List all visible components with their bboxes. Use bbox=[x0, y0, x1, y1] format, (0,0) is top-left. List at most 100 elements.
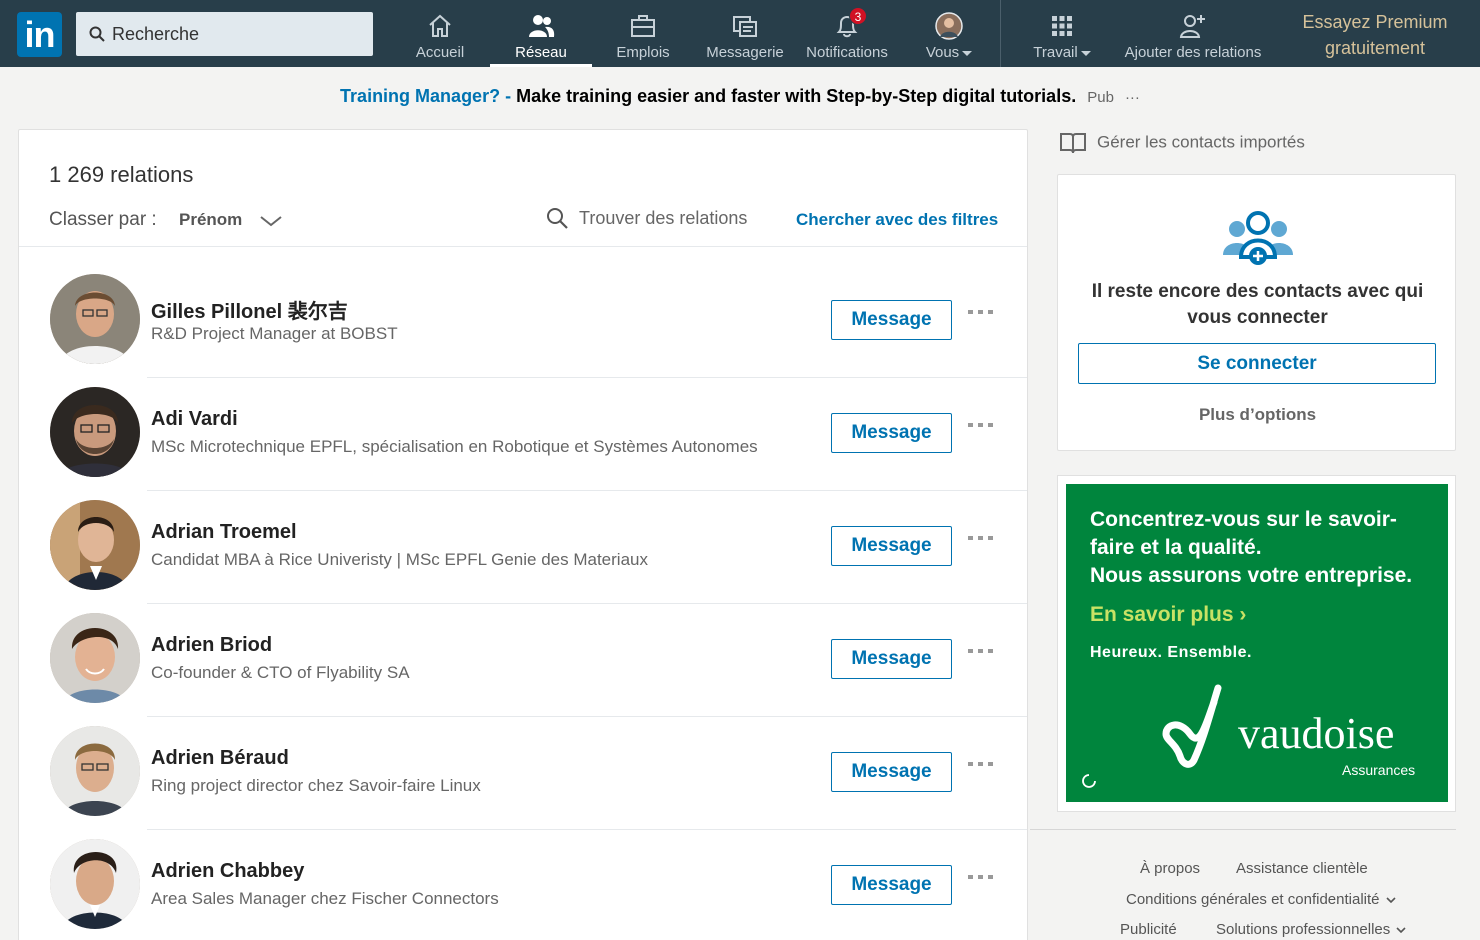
manage-imported-contacts[interactable]: Gérer les contacts importés bbox=[1059, 131, 1305, 155]
avatar[interactable] bbox=[50, 839, 140, 929]
avatar[interactable] bbox=[50, 500, 140, 590]
avatar[interactable] bbox=[50, 274, 140, 364]
add-person-icon bbox=[1179, 15, 1205, 38]
connection-name[interactable]: Adrien Béraud bbox=[151, 747, 289, 770]
connect-message: Il reste encore des contacts avec qui vo… bbox=[1091, 281, 1424, 328]
footer-terms-label: Conditions générales et confidentialité bbox=[1126, 891, 1380, 908]
premium-line2: gratuitement bbox=[1324, 38, 1426, 58]
connection-name[interactable]: Adrien Chabbey bbox=[151, 860, 304, 883]
search-icon bbox=[547, 208, 568, 229]
more-options-icon[interactable] bbox=[966, 755, 996, 773]
footer-about[interactable]: À propos bbox=[1140, 860, 1200, 877]
caret-down-icon bbox=[1080, 50, 1091, 56]
message-button[interactable]: Message bbox=[831, 865, 952, 905]
nav-add-connections-label: Ajouter des relations bbox=[1124, 44, 1262, 61]
linkedin-logo[interactable]: in bbox=[17, 12, 62, 57]
nav-notifications-label: Notifications bbox=[806, 44, 888, 61]
caret-down-icon bbox=[962, 50, 973, 56]
message-button[interactable]: Message bbox=[831, 526, 952, 566]
footer-terms[interactable]: Conditions générales et confidentialité bbox=[1126, 891, 1396, 908]
footer-help[interactable]: Assistance clientèle bbox=[1236, 860, 1368, 877]
footer-solutions-label: Solutions professionnelles bbox=[1216, 921, 1391, 938]
connect-button[interactable]: Se connecter bbox=[1078, 343, 1436, 384]
top-nav: in Accueil Réseau Emplois Messagerie 3 N… bbox=[0, 0, 1480, 67]
more-options-icon[interactable] bbox=[966, 642, 996, 660]
connection-title: Co-founder & CTO of Flyability SA bbox=[151, 663, 410, 682]
connection-row: Adrien Chabbey Area Sales Manager chez F… bbox=[19, 812, 1027, 929]
ad-bar-more-icon[interactable]: ··· bbox=[1125, 89, 1140, 106]
ad-bar: Training Manager? - Make training easier… bbox=[0, 86, 1480, 107]
vaudoise-logo-icon bbox=[1162, 684, 1222, 768]
connection-title: R&D Project Manager at BOBST bbox=[151, 324, 398, 343]
ad-headline2: Nous assurons votre entreprise. bbox=[1090, 564, 1413, 587]
search-icon bbox=[89, 26, 105, 42]
connection-name[interactable]: Adrien Briod bbox=[151, 634, 272, 657]
more-options-icon[interactable] bbox=[966, 303, 996, 321]
avatar[interactable] bbox=[50, 613, 140, 703]
premium-line1: Essayez Premium bbox=[1302, 12, 1448, 32]
replay-icon[interactable] bbox=[1080, 772, 1098, 790]
nav-network[interactable]: Réseau bbox=[490, 0, 592, 67]
book-icon bbox=[1060, 133, 1086, 154]
more-options-link[interactable]: Plus d’options bbox=[1058, 405, 1457, 425]
chevron-down-icon bbox=[1385, 897, 1396, 904]
connection-title: Area Sales Manager chez Fischer Connecto… bbox=[151, 889, 499, 908]
footer-solutions[interactable]: Solutions professionnelles bbox=[1216, 921, 1406, 938]
ad-bar-pub: Pub bbox=[1087, 89, 1114, 106]
nav-me[interactable]: Vous bbox=[914, 0, 984, 67]
ad-slogan: Heureux. Ensemble. bbox=[1090, 644, 1252, 661]
ad-bar-link[interactable]: Training Manager? - bbox=[340, 86, 511, 106]
nav-home-label: Accueil bbox=[415, 44, 465, 61]
notification-badge: 3 bbox=[849, 7, 867, 25]
chevron-down-icon bbox=[1396, 927, 1406, 934]
nav-separator bbox=[1000, 0, 1001, 67]
footer-ads[interactable]: Publicité bbox=[1120, 921, 1177, 938]
connections-count: 1 269 relations bbox=[49, 162, 194, 187]
nav-messaging[interactable]: Messagerie bbox=[704, 0, 786, 67]
people-group-icon bbox=[1223, 211, 1293, 265]
message-button[interactable]: Message bbox=[831, 413, 952, 453]
avatar[interactable] bbox=[50, 387, 140, 477]
premium-link[interactable]: Essayez Premium gratuitement bbox=[1292, 9, 1458, 61]
ad-bar-text[interactable]: Make training easier and faster with Ste… bbox=[516, 86, 1076, 106]
connection-title: Candidat MBA à Rice Univeristy | MSc EPF… bbox=[151, 550, 648, 569]
nav-work[interactable]: Travail bbox=[1026, 0, 1098, 67]
connection-name[interactable]: Adrian Troemel bbox=[151, 521, 297, 544]
nav-messaging-label: Messagerie bbox=[706, 44, 784, 61]
more-options-icon[interactable] bbox=[966, 416, 996, 434]
grid-icon bbox=[1052, 16, 1072, 36]
connections-card: 1 269 relations Classer par : Prénom Tro… bbox=[18, 129, 1028, 940]
nav-home[interactable]: Accueil bbox=[409, 0, 471, 67]
manage-imported-label: Gérer les contacts importés bbox=[1097, 132, 1305, 152]
search-box[interactable] bbox=[76, 12, 373, 56]
ad-cta-link[interactable]: En savoir plus › bbox=[1090, 603, 1246, 627]
ad-brand-sub: Assurances bbox=[1342, 762, 1416, 778]
message-button[interactable]: Message bbox=[831, 300, 952, 340]
vaudoise-ad[interactable]: Concentrez-vous sur le savoir-faire et l… bbox=[1066, 484, 1448, 802]
connection-name[interactable]: Gilles Pillonel 裴尔吉 bbox=[151, 295, 348, 324]
nav-notifications[interactable]: 3 Notifications bbox=[800, 0, 894, 67]
connection-row: Adrian Troemel Candidat MBA à Rice Unive… bbox=[19, 473, 1027, 604]
avatar bbox=[935, 12, 963, 40]
nav-add-connections[interactable]: Ajouter des relations bbox=[1118, 0, 1268, 67]
nav-jobs-label: Emplois bbox=[616, 44, 670, 61]
messaging-icon bbox=[733, 16, 757, 37]
nav-work-label-wrap: Travail bbox=[1026, 44, 1098, 61]
find-connections-input[interactable]: Trouver des relations bbox=[579, 208, 747, 229]
nav-jobs[interactable]: Emplois bbox=[612, 0, 674, 67]
search-filters-link[interactable]: Chercher avec des filtres bbox=[796, 210, 998, 230]
vaudoise-ad-card[interactable]: Concentrez-vous sur le savoir-faire et l… bbox=[1057, 475, 1456, 812]
footer-divider bbox=[1030, 829, 1456, 830]
search-input[interactable] bbox=[112, 12, 362, 56]
connection-title: MSc Microtechnique EPFL, spécialisation … bbox=[151, 437, 758, 456]
sort-select[interactable]: Prénom bbox=[179, 210, 242, 230]
avatar[interactable] bbox=[50, 726, 140, 816]
chevron-down-icon[interactable] bbox=[259, 214, 283, 228]
more-options-icon[interactable] bbox=[966, 529, 996, 547]
message-button[interactable]: Message bbox=[831, 752, 952, 792]
briefcase-icon bbox=[631, 15, 655, 37]
more-options-icon[interactable] bbox=[966, 868, 996, 886]
sort-label: Classer par : bbox=[49, 209, 157, 230]
connection-name[interactable]: Adi Vardi bbox=[151, 408, 238, 431]
message-button[interactable]: Message bbox=[831, 639, 952, 679]
